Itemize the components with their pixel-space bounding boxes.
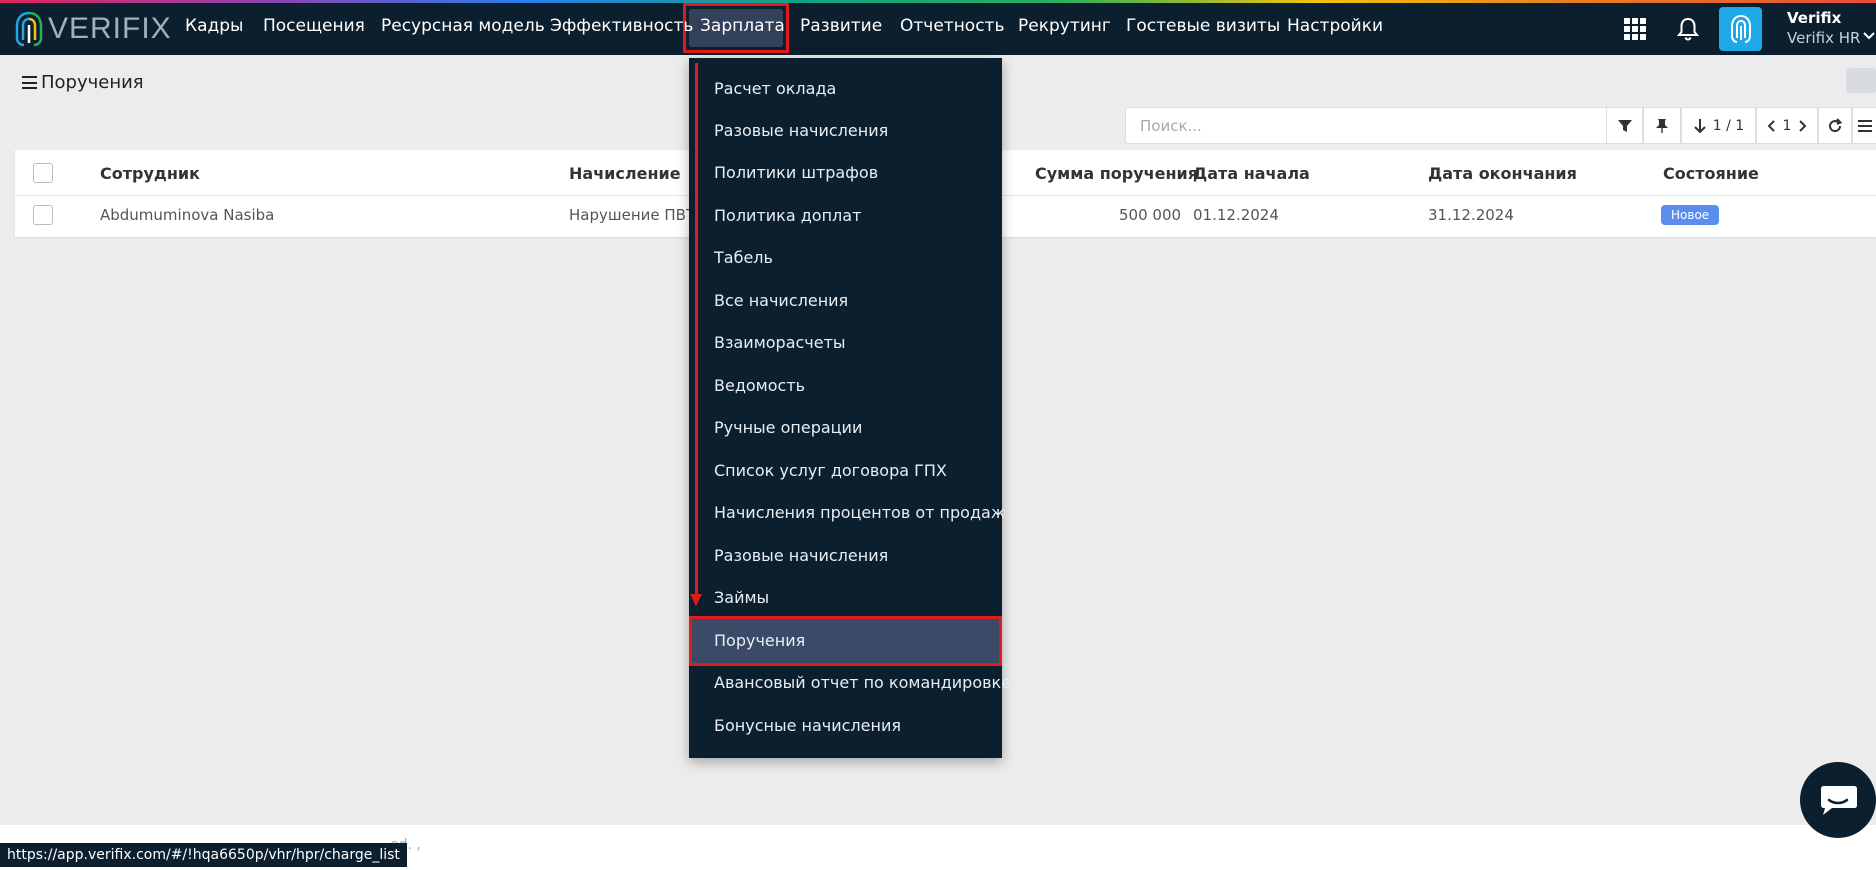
nav-item-kadry[interactable]: Кадры [185,16,243,36]
dropdown-item-fine-policies[interactable]: Политики штрафов [714,163,878,182]
pin-icon [1656,118,1668,133]
chevron-left-icon[interactable] [1767,119,1777,133]
nav-item-settings[interactable]: Настройки [1287,16,1383,36]
chat-button[interactable] [1800,762,1876,838]
cell-charge[interactable]: Нарушение ПВТР [569,206,704,224]
dropdown-item-one-time-charges-2[interactable]: Разовые начисления [714,546,888,565]
column-header-status[interactable]: Состояние [1663,164,1759,183]
dropdown-item-gph-services[interactable]: Список услуг договора ГПХ [714,461,947,480]
dropdown-item-settlements[interactable]: Взаиморасчеты [714,333,846,352]
filter-icon [1617,119,1632,132]
page-title: Поручения [22,72,144,93]
logo-icon [15,11,43,47]
status-bar-url: https://app.verifix.com/#/!hqa6650p/vhr/… [0,843,407,867]
dropdown-item-travel-advance-report[interactable]: Авансовый отчет по командировке [714,673,1011,692]
dropdown-item-salary-calculation[interactable]: Расчет оклада [714,79,836,98]
nav-item-attendance[interactable]: Посещения [263,16,365,36]
bell-icon[interactable] [1676,16,1700,42]
search-input[interactable] [1126,108,1606,143]
view-toggle-button[interactable] [1846,68,1876,93]
dropdown-item-sales-percent[interactable]: Начисления процентов от продаж [714,503,1005,522]
row-checkbox[interactable] [33,205,53,225]
column-header-charge[interactable]: Начисление [569,164,681,183]
status-badge: Новое [1661,205,1720,225]
sort-down-icon [1694,118,1706,133]
column-settings-button[interactable] [1852,107,1876,144]
user-company[interactable]: Verifix HR [1787,29,1860,47]
apps-grid-icon[interactable] [1624,18,1646,40]
refresh-button[interactable] [1818,107,1852,144]
cell-employee[interactable]: Abdumuminova Nasiba [100,206,274,224]
column-header-employee[interactable]: Сотрудник [100,164,200,183]
refresh-icon [1829,117,1843,132]
chevron-right-icon[interactable] [1797,119,1807,133]
pager[interactable]: 1 [1756,107,1818,144]
dropdown-item-bonus-policy[interactable]: Политика доплат [714,206,861,225]
annotation-arrowhead [690,594,702,606]
column-header-start-date[interactable]: Дата начала [1193,164,1310,183]
column-header-amount[interactable]: Сумма поручения [1035,164,1198,183]
page-title-text: Поручения [41,72,144,93]
dropdown-item-payroll-sheet[interactable]: Ведомость [714,376,805,395]
cell-amount[interactable]: 500 000 [1119,206,1181,224]
logo[interactable]: VERIFIX [14,10,172,48]
user-name[interactable]: Verifix [1787,9,1841,27]
pin-button[interactable] [1643,107,1681,144]
avatar-fingerprint-icon [1730,15,1751,43]
nav-item-development[interactable]: Развитие [800,16,882,36]
dropdown-item-bonus-charges[interactable]: Бонусные начисления [714,716,901,735]
chevron-down-icon[interactable] [1862,31,1876,41]
dropdown-item-timesheet[interactable]: Табель [714,248,773,267]
dropdown-item-assignments[interactable]: Поручения [714,631,805,650]
avatar[interactable] [1719,7,1762,51]
cell-end-date[interactable]: 31.12.2024 [1428,206,1514,224]
dropdown-item-all-charges[interactable]: Все начисления [714,291,848,310]
list-icon [1857,119,1872,132]
hamburger-icon[interactable] [22,76,37,89]
filter-button[interactable] [1606,107,1643,144]
page-number: 1 [1782,117,1792,134]
dropdown-item-loans[interactable]: Займы [714,588,769,607]
column-header-end-date[interactable]: Дата окончания [1428,164,1577,183]
nav-item-reports[interactable]: Отчетность [900,16,1004,36]
sort-records-button[interactable]: 1 / 1 [1681,107,1756,144]
dropdown-item-one-time-charges[interactable]: Разовые начисления [714,121,888,140]
nav-item-guest-visits[interactable]: Гостевые визиты [1126,16,1280,36]
nav-item-recruiting[interactable]: Рекрутинг [1018,16,1111,36]
logo-text: VERIFIX [48,12,172,45]
nav-item-salary[interactable]: Зарплата [700,16,785,36]
nav-item-resource-model[interactable]: Ресурсная модель [381,16,545,36]
dropdown-item-manual-operations[interactable]: Ручные операции [714,418,862,437]
annotation-arrow-line [695,63,698,598]
top-navbar: VERIFIX Кадры Посещения Ресурсная модель… [0,3,1876,55]
chat-icon [1821,786,1857,815]
salary-dropdown-menu: Расчет оклада Разовые начисления Политик… [689,58,1011,758]
cell-start-date[interactable]: 01.12.2024 [1193,206,1279,224]
records-count: 1 / 1 [1712,117,1745,134]
select-all-checkbox[interactable] [33,163,53,183]
nav-item-efficiency[interactable]: Эффективность [550,16,693,36]
search-field[interactable] [1125,107,1606,144]
